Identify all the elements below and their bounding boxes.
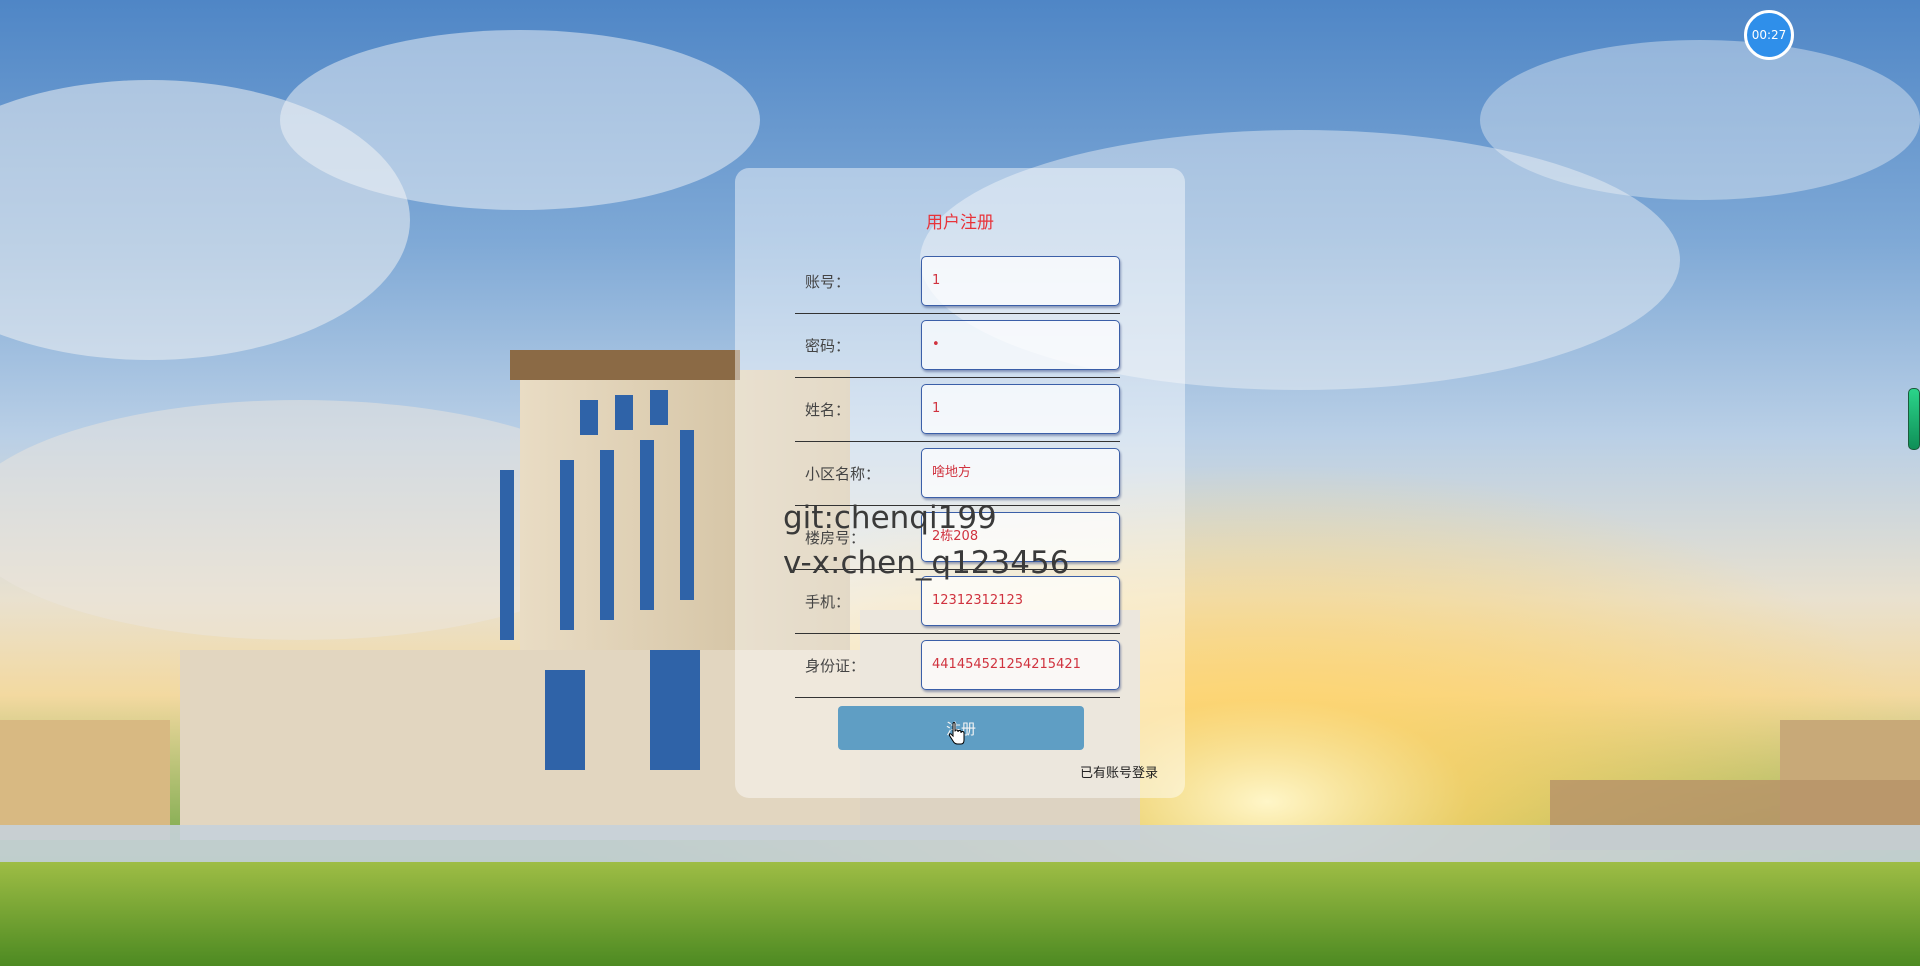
password-input[interactable]: •	[921, 320, 1120, 370]
register-panel: 用户注册 账号： 1 密码： • 姓名： 1 小区名称： 啥地方 楼房号： 2栋…	[735, 168, 1185, 798]
watermark-line-git: git:chenqi199	[783, 500, 997, 536]
account-input[interactable]: 1	[921, 256, 1120, 306]
name-input[interactable]: 1	[921, 384, 1120, 434]
field-row-password: 密码： •	[795, 315, 1120, 378]
watermark-line-vx: v-x:chen_q123456	[783, 545, 1070, 581]
side-scroll-handle[interactable]	[1908, 388, 1920, 450]
login-link[interactable]: 已有账号登录	[1080, 762, 1158, 781]
idcard-label: 身份证：	[805, 657, 866, 675]
community-label: 小区名称：	[805, 465, 881, 483]
field-row-idcard: 身份证： 441454521254215421	[795, 635, 1120, 698]
phone-label: 手机：	[805, 593, 851, 611]
phone-input[interactable]: 12312312123	[921, 576, 1120, 626]
field-row-name: 姓名： 1	[795, 379, 1120, 442]
name-label: 姓名：	[805, 401, 851, 419]
field-row-account: 账号： 1	[795, 251, 1120, 314]
page-title: 用户注册	[926, 213, 994, 233]
timer-text: 00:27	[1751, 28, 1787, 42]
community-input[interactable]: 啥地方	[921, 448, 1120, 498]
page-background: 00:27 用户注册 账号： 1 密码： • 姓名： 1 小区名称： 啥地方 楼…	[0, 0, 1920, 966]
account-label: 账号：	[805, 273, 851, 291]
password-label: 密码：	[805, 337, 851, 355]
hand-cursor-icon	[948, 722, 965, 745]
field-row-community: 小区名称： 啥地方	[795, 443, 1120, 506]
timer-badge: 00:27	[1744, 10, 1794, 60]
idcard-input[interactable]: 441454521254215421	[921, 640, 1120, 690]
